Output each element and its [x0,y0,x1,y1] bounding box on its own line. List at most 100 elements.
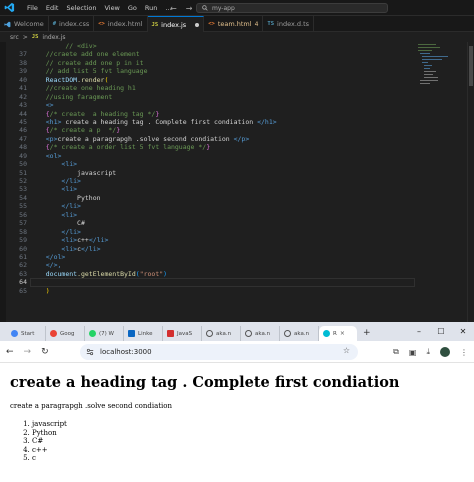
whatsapp-favicon-icon [89,330,96,337]
code-line: <li> [61,210,78,219]
code-line: <li>c++</li> [61,236,109,245]
back-icon[interactable]: ← [6,347,14,357]
tab-label: R [333,330,337,337]
browser-tab-aka-3[interactable]: aka.n [280,326,319,341]
code-lines[interactable]: // <div> //craete add one element // cre… [34,42,414,295]
browser-tab-whatsapp[interactable]: (7) W [85,326,124,341]
close-tab-icon[interactable]: × [340,330,345,337]
globe-icon [284,330,291,337]
code-line: // <div> [65,42,97,50]
tab-label: index.js [161,20,187,29]
line-number: 59 [19,236,27,245]
code-line: <li> [61,185,78,194]
tab-label: index.html [107,20,143,28]
browser-tab-aka-2[interactable]: aka.n [241,326,280,341]
list-item: c++ [32,446,464,455]
tab-label: JavaS [177,330,193,337]
browser-tab-google[interactable]: Goog [46,326,85,341]
css-file-icon: # [52,21,57,27]
js-file-icon: JS [151,21,159,28]
list-item: C# [32,437,464,446]
tab-index-js[interactable]: JS index.js [147,16,205,32]
profile-avatar[interactable] [440,347,450,357]
forward-icon[interactable]: → [24,347,32,357]
js-file-icon: JS [31,34,39,40]
code-line: ReactDOM.render( [45,75,109,84]
tab-welcome[interactable]: Welcome [0,16,49,32]
menu-kebab-icon[interactable]: ⋮ [460,348,468,357]
menu-run[interactable]: Run [141,0,161,16]
react-favicon-icon [323,330,330,337]
tab-team-html[interactable]: <> team.html 4 [204,16,264,32]
minimize-icon[interactable]: – [408,327,430,336]
forward-arrow-icon[interactable]: → [186,4,193,13]
code-line: Python [77,193,101,202]
google-favicon-icon [50,330,57,337]
browser-tab-youtube[interactable]: JavaS [163,326,202,341]
menu-selection[interactable]: Selection [62,0,100,16]
search-icon [202,5,208,11]
site-info-icon[interactable] [86,348,94,356]
code-line: </>, [45,261,62,270]
tab-index-html[interactable]: <> index.html [94,16,148,32]
browser-tab-react-app[interactable]: R × [319,326,357,341]
line-number: 48 [19,143,27,152]
address-bar[interactable]: localhost:3000 ☆ [80,344,358,360]
extensions-icon[interactable]: ⧉ [393,347,399,357]
code-editor[interactable]: 37 38 39 40 41 42 43 44 45 46 47 48 49 50 51 52 53 54 55 56… [0,42,474,322]
line-number: 42 [19,92,27,101]
code-line: <h1> create a heading tag . Complete fir… [45,117,277,126]
tab-label: index.css [59,20,90,28]
linkedin-favicon-icon [128,330,135,337]
breadcrumb-folder[interactable]: src [10,34,19,41]
list-item: c [32,454,464,463]
tab-index-d-ts[interactable]: TS index.d.ts [263,16,315,32]
globe-icon [245,330,252,337]
editor-tabbar: Welcome # index.css <> index.html JS ind… [0,16,474,32]
list-item: javascript [32,420,464,429]
line-number: 44 [19,109,27,118]
command-center-search[interactable]: my-app [196,3,388,13]
code-line: C# [77,219,85,228]
breadcrumb-file[interactable]: index.js [42,34,65,41]
line-number: 51 [19,168,27,177]
code-line: //using faragment [45,92,113,101]
line-number: 41 [19,84,27,93]
download-icon[interactable]: ⤓ [426,347,430,357]
menu-view[interactable]: View [100,0,123,16]
line-number: 65 [19,286,27,295]
reload-icon[interactable]: ↻ [41,347,49,357]
line-number: 43 [19,101,27,110]
line-number: 62 [19,261,27,270]
editor-scrollbar[interactable] [467,42,473,322]
code-line: </li> [61,227,81,236]
code-line: </li> [61,177,81,185]
menu-go[interactable]: Go [124,0,141,16]
browser-tab-aka-1[interactable]: aka.n [202,326,241,341]
tab-label: Linke [138,330,153,337]
menu-edit[interactable]: Edit [42,0,63,16]
line-number: 61 [19,252,27,261]
maximize-icon[interactable]: ☐ [430,327,452,336]
new-tab-button[interactable]: + [357,326,377,341]
bookmark-star-icon[interactable]: ☆ [343,346,350,355]
line-number: 64 [19,278,27,287]
minimap[interactable] [416,42,466,102]
browser-tab-start[interactable]: Start [7,326,46,341]
vscode-logo-icon [3,2,15,14]
line-number-gutter: 37 38 39 40 41 42 43 44 45 46 47 48 49 50 51 52 53 54 55 56… [6,42,30,295]
browser-tab-linkedin[interactable]: Linke [124,326,163,341]
sidebar-icon[interactable]: ▣ [409,348,417,357]
back-arrow-icon[interactable]: ← [170,4,177,13]
tab-index-css[interactable]: # index.css [49,16,95,32]
line-number: 37 [19,50,27,59]
tab-label: aka.n [216,330,232,337]
rendered-page: create a heading tag . Complete first co… [0,363,474,471]
close-window-icon[interactable]: ✕ [452,327,474,336]
unsaved-dot-icon[interactable] [195,22,200,27]
html-file-icon: <> [98,21,105,27]
menu-file[interactable]: File [23,0,42,16]
line-number: 40 [19,75,27,84]
html-file-icon: <> [208,21,215,27]
scrollbar-thumb[interactable] [469,46,473,86]
